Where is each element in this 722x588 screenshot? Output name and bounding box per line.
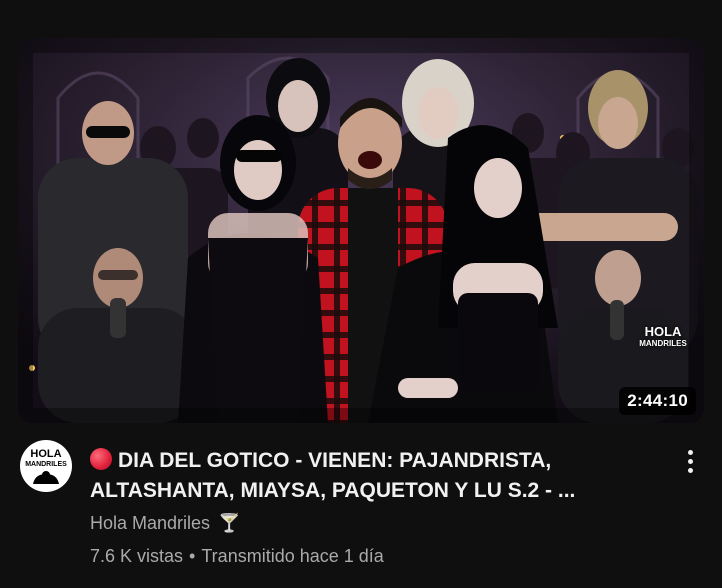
menu-dot [687,449,693,455]
avatar-line1: HOLA [30,447,62,460]
thumbnail-image [18,38,704,423]
thumbnail-logo-line1: HOLA [644,324,682,339]
duration-badge: 2:44:10 [619,387,696,415]
red-circle-icon [90,448,112,470]
stream-date: Transmitido hace 1 día [201,546,384,566]
monkey-silhouette-icon [33,470,59,484]
thumbnail-logo-line2: MANDRILES [639,339,687,348]
three-dots-vertical-icon[interactable] [678,446,702,476]
thumbnail-channel-logo: HOLA MANDRILES [636,311,690,365]
video-stats: 7.6 K vistas • Transmitido hace 1 día [90,546,384,567]
video-thumbnail[interactable]: HOLA MANDRILES 2:44:10 [18,38,704,423]
cocktail-glass-icon: 🍸 [218,513,241,533]
menu-dot [687,458,693,464]
video-card[interactable]: HOLA MANDRILES 2:44:10 HOLA MANDRILES DI… [0,0,722,588]
video-title-text[interactable]: DIA DEL GOTICO - VIENEN: PAJANDRISTA, AL… [90,449,575,502]
channel-name[interactable]: Hola Mandriles [90,513,210,534]
meta-separator: • [189,546,196,566]
menu-dot [687,467,693,473]
avatar-line2: MANDRILES [25,460,67,468]
channel-row[interactable]: Hola Mandriles 🍸 [90,513,240,534]
channel-avatar[interactable]: HOLA MANDRILES [20,440,72,492]
video-title[interactable]: DIA DEL GOTICO - VIENEN: PAJANDRISTA, AL… [90,446,660,506]
view-count: 7.6 K vistas [90,546,184,566]
